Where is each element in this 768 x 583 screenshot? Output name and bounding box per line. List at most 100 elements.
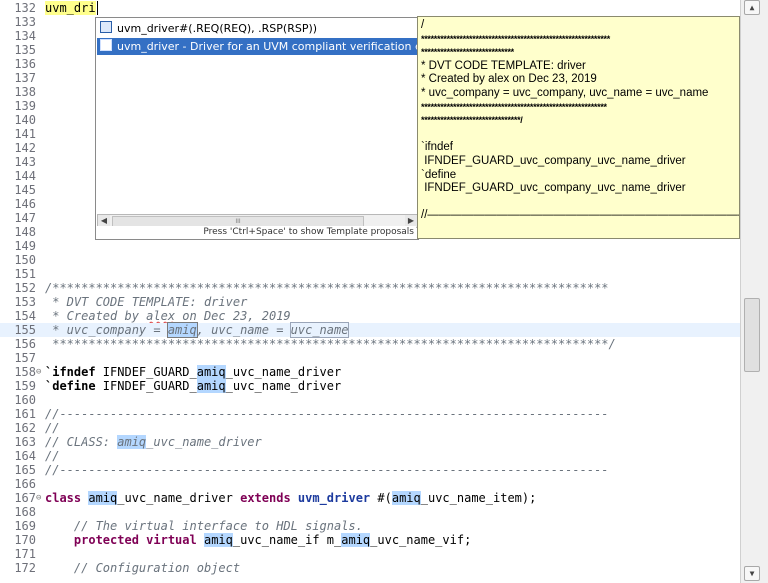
code-text: //	[45, 421, 59, 435]
fold-toggle-icon[interactable]: ⊖	[36, 365, 44, 379]
code-line[interactable]: 149	[0, 239, 740, 253]
code-line[interactable]: 165 //-----------------------------------…	[0, 463, 740, 477]
line-number: 139	[14, 99, 36, 113]
line-number: 133	[14, 15, 36, 29]
code-token: `define	[45, 379, 96, 393]
code-token: `ifndef	[45, 365, 96, 379]
code-token: amiq	[166, 322, 198, 338]
code-line[interactable]: 156 ************************************…	[0, 337, 740, 351]
proposal-label: uvm_driver#(.REQ(REQ), .RSP(RSP))	[117, 22, 318, 35]
line-number: 144	[14, 169, 36, 183]
line-number: 152	[14, 281, 36, 295]
code-line[interactable]: 132 uvm_dri	[0, 1, 740, 15]
code-text: //--------------------------------------…	[45, 407, 609, 421]
line-number: 170	[14, 533, 36, 547]
code-token: on Dec 23, 2019	[175, 309, 291, 323]
code-token: // CLASS:	[45, 435, 118, 449]
code-line[interactable]: 155 * uvc_company = amiq, uvc_name = uvc…	[0, 322, 740, 338]
code-token: amiq	[391, 491, 421, 505]
line-number: 134	[14, 29, 36, 43]
line-number: 148	[14, 225, 36, 239]
code-line[interactable]: 168	[0, 505, 740, 519]
code-token: amiq	[196, 379, 226, 393]
preview-line: ****************************************…	[421, 101, 607, 112]
code-token: //	[45, 449, 60, 463]
preview-line: ****************************************…	[421, 33, 610, 44]
code-token: //--------------------------------------…	[45, 407, 609, 421]
fold-toggle-icon[interactable]: ⊖	[36, 491, 44, 505]
code-text: * DVT CODE TEMPLATE: driver	[45, 295, 247, 309]
template-proposals-hint: Press 'Ctrl+Space' to show Template prop…	[96, 226, 416, 238]
code-line[interactable]: 167 ⊖ class amiq_uvc_name_driver extends u…	[0, 491, 740, 505]
code-line[interactable]: 166	[0, 477, 740, 491]
code-text: class amiq_uvc_name_driver extends uvm_d…	[45, 491, 536, 505]
line-number: 161	[14, 407, 36, 421]
preview-line: * DVT CODE TEMPLATE: driver	[421, 59, 586, 72]
line-number: 137	[14, 71, 36, 85]
line-number: 156	[14, 337, 36, 351]
preview-line: `define	[421, 168, 457, 181]
code-text: protected virtual amiq_uvc_name_if m_ami…	[45, 533, 471, 547]
code-text: // CLASS: amiq_uvc_name_driver	[45, 435, 262, 449]
line-number: 145	[14, 183, 36, 197]
line-number: 140	[14, 113, 36, 127]
code-line[interactable]: 160	[0, 393, 740, 407]
code-token: ****************************************…	[45, 337, 616, 351]
code-line[interactable]: 162 //	[0, 421, 740, 435]
preview-line: //———————————————————————————————	[421, 209, 739, 222]
line-number: 171	[14, 547, 36, 561]
code-text: //--------------------------------------…	[45, 463, 609, 477]
code-token: * DVT CODE TEMPLATE: driver	[45, 295, 248, 309]
code-line[interactable]: 163 // CLASS: amiq_uvc_name_driver	[0, 435, 740, 449]
code-token: * Created by	[45, 309, 147, 323]
code-token: //--------------------------------------…	[45, 463, 609, 477]
code-token: uvm_dri	[45, 1, 96, 15]
code-line[interactable]: 153 * DVT CODE TEMPLATE: driver	[0, 295, 740, 309]
code-token: amiq	[203, 533, 233, 547]
scrollbar-thumb[interactable]	[744, 298, 760, 372]
line-number: 153	[14, 295, 36, 309]
code-line[interactable]: 161 //-----------------------------------…	[0, 407, 740, 421]
line-number: 151	[14, 267, 36, 281]
code-line[interactable]: 170 protected virtual amiq_uvc_name_if m…	[0, 533, 740, 547]
preview-line: IFNDEF_GUARD_uvc_company_uvc_name_driver	[421, 182, 686, 195]
code-line[interactable]: 157	[0, 351, 740, 365]
scroll-up-arrow-icon[interactable]: ▲	[744, 0, 760, 15]
vertical-scrollbar[interactable]: ▲ ▼	[740, 0, 768, 583]
code-text: `define IFNDEF_GUARD_amiq_uvc_name_drive…	[45, 379, 341, 393]
code-token: /***************************************…	[45, 281, 609, 295]
code-token: protected virtual	[73, 533, 197, 547]
code-line[interactable]: 150	[0, 253, 740, 267]
code-line[interactable]: 151	[0, 267, 740, 281]
line-number: 169	[14, 519, 36, 533]
line-number: 158	[14, 365, 36, 379]
code-token: amiq	[117, 435, 147, 449]
code-token: uvc_name	[289, 322, 350, 338]
preview-line: *******************************/	[421, 115, 523, 126]
code-token: _uvc_name_item);	[420, 491, 537, 505]
line-number: 159	[14, 379, 36, 393]
proposal-item[interactable]: uvm_driver#(.REQ(REQ), .RSP(RSP))	[97, 20, 417, 37]
code-line[interactable]: 154 * Created by alex on Dec 23, 2019	[0, 309, 740, 323]
code-line[interactable]: 158 ⊖ `ifndef IFNDEF_GUARD_amiq_uvc_name_d…	[0, 365, 740, 379]
code-token: amiq	[196, 365, 226, 379]
line-number: 142	[14, 141, 36, 155]
line-number: 166	[14, 477, 36, 491]
code-token: // The virtual interface to HDL signals.	[45, 519, 363, 533]
template-preview-panel: / ***************************************…	[417, 16, 740, 239]
line-number: 164	[14, 449, 36, 463]
code-line[interactable]: 159 `define IFNDEF_GUARD_amiq_uvc_name_dr…	[0, 379, 740, 393]
proposal-label: uvm_driver - Driver for an UVM compliant…	[117, 40, 417, 53]
code-line[interactable]: 169 // The virtual interface to HDL sign…	[0, 519, 740, 533]
line-number: 138	[14, 85, 36, 99]
scroll-down-arrow-icon[interactable]: ▼	[744, 566, 760, 581]
proposal-item[interactable]: uvm_driver - Driver for an UVM compliant…	[97, 38, 417, 55]
code-token: _uvc_name_driver	[225, 379, 342, 393]
code-line[interactable]: 164 //	[0, 449, 740, 463]
code-text: /***************************************…	[45, 281, 609, 295]
code-text: * Created by alex on Dec 23, 2019	[45, 309, 291, 323]
code-line[interactable]: 172 // Configuration object	[0, 561, 740, 575]
code-line[interactable]: 152 /************************************…	[0, 281, 740, 295]
code-line[interactable]: 171	[0, 547, 740, 561]
